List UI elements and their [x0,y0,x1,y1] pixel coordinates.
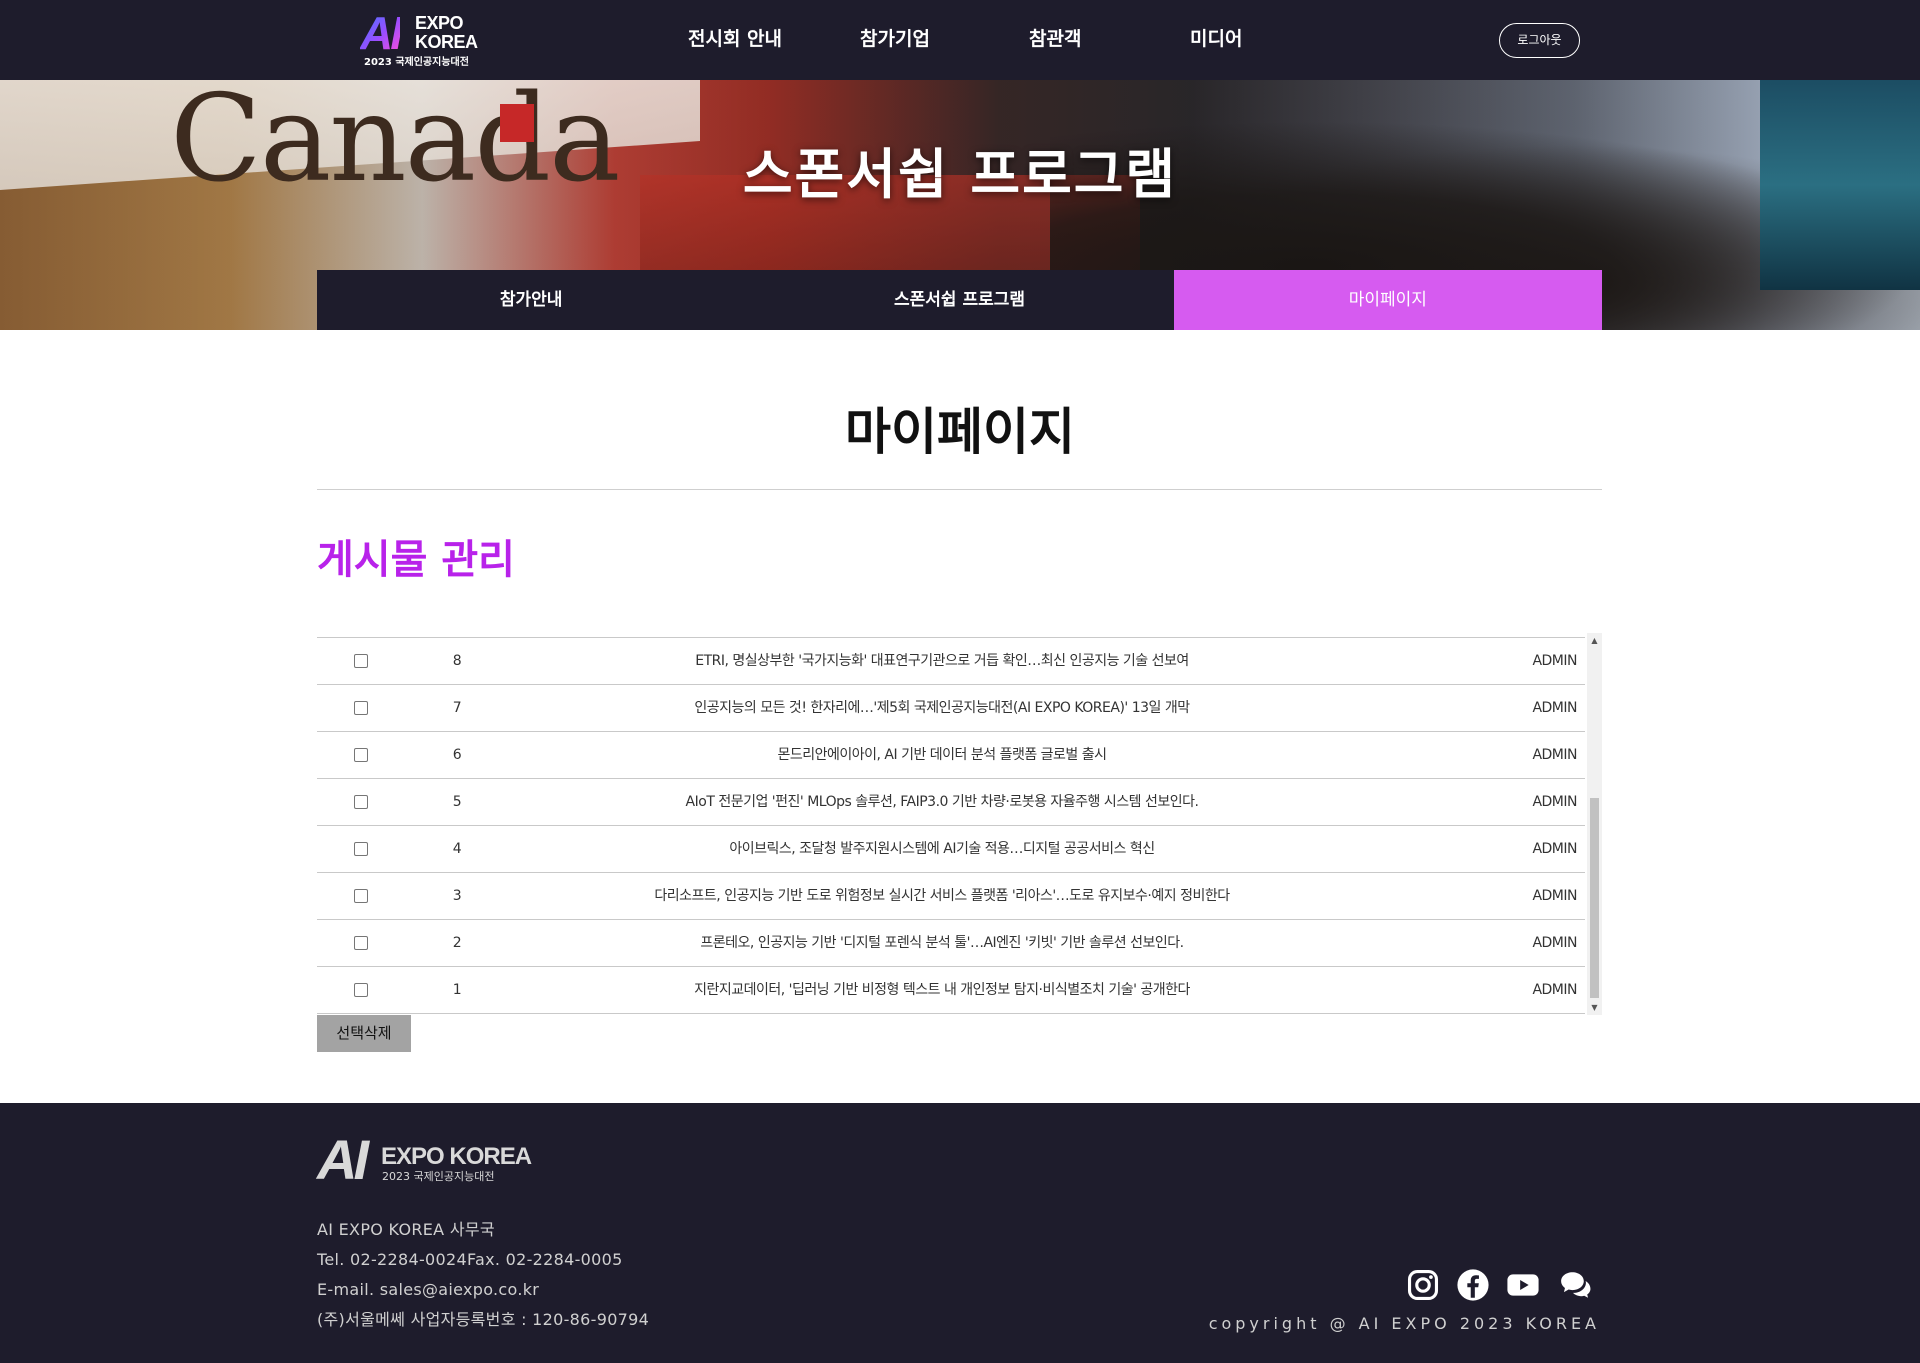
table-row: 6 몬드리안에이아이, AI 기반 데이터 분석 플랫폼 글로벌 출시 ADMI… [317,732,1585,779]
post-number: 3 [452,888,462,904]
footer-phone-fax: Tel. 02-2284-0024Fax. 02-2284-0005 [317,1250,623,1269]
posts-table: 8 ETRI, 명실상부한 '국가지능화' 대표연구기관으로 거듭 확인…최신 … [317,637,1585,1014]
logo-ai-text: AI [360,7,403,59]
post-subject-link[interactable]: 프론테오, 인공지능 기반 '디지털 포렌식 분석 툴'…AI엔진 '키빗' 기… [507,920,1377,967]
logo-subtitle: 2023 국제인공지능대전 [364,57,469,68]
chat-icon[interactable] [1559,1268,1593,1302]
site-logo[interactable]: AI EXPO KOREA 2023 국제인공지능대전 [360,7,478,70]
row-checkbox[interactable] [354,795,368,809]
post-subject-link[interactable]: 몬드리안에이아이, AI 기반 데이터 분석 플랫폼 글로벌 출시 [507,732,1377,779]
table-row: 4 아이브릭스, 조달청 발주지원시스템에 AI기술 적용…디지털 공공서비스 … [317,826,1585,873]
table-row: 2 프론테오, 인공지능 기반 '디지털 포렌식 분석 툴'…AI엔진 '키빗'… [317,920,1585,967]
scroll-down-arrow-icon[interactable]: ▼ [1587,1000,1602,1015]
page-title: 마이페이지 [845,403,1075,461]
scroll-up-arrow-icon[interactable]: ▲ [1587,633,1602,648]
row-checkbox[interactable] [354,983,368,997]
row-checkbox[interactable] [354,889,368,903]
site-header: AI EXPO KOREA 2023 국제인공지능대전 전시회 안내 참가기업 … [0,0,1920,80]
title-divider [317,489,1602,490]
post-number: 6 [452,747,462,763]
table-row: 3 다리소프트, 인공지능 기반 도로 위험정보 실시간 서비스 플랫폼 '리아… [317,873,1585,920]
logo-korea-text: KOREA [415,32,478,52]
post-author: ADMIN [1532,700,1577,716]
post-subject-link[interactable]: 아이브릭스, 조달청 발주지원시스템에 AI기술 적용…디지털 공공서비스 혁신 [507,826,1377,873]
post-author: ADMIN [1532,982,1577,998]
footer-logo: AI EXPO KOREA 2023 국제인공지능대전 [317,1128,532,1191]
footer-logo-subtitle: 2023 국제인공지능대전 [382,1170,495,1183]
footer-email: E-mail. sales@aiexpo.co.kr [317,1280,540,1299]
table-row: 7 인공지능의 모든 것! 한자리에…'제5회 국제인공지능대전(AI EXPO… [317,685,1585,732]
table-row: 1 지란지교데이터, '딥러닝 기반 비정형 텍스트 내 개인정보 탐지·비식별… [317,967,1585,1014]
nav-item-visitors[interactable]: 참관객 [1029,24,1081,54]
hero-title: 스폰서쉽 프로그램 [742,143,1178,206]
logo-expo-korea: EXPO KOREA [415,14,478,52]
table-row: 8 ETRI, 명실상부한 '국가지능화' 대표연구기관으로 거듭 확인…최신 … [317,638,1585,685]
footer-org-name: AI EXPO KOREA 사무국 [317,1220,495,1239]
footer-info: AI EXPO KOREA 사무국 Tel. 02-2284-0024Fax. … [317,1215,649,1335]
footer-logo-expo-korea: EXPO KOREA [381,1143,532,1170]
tab-mypage[interactable]: 마이페이지 [1173,270,1602,330]
footer-business-number: (주)서울메쎄 사업자등록번호 : 120-86-90794 [317,1310,650,1329]
post-author: ADMIN [1532,935,1577,951]
footer-copyright: copyright @ AI EXPO 2023 KOREA [1208,1314,1600,1333]
post-subject-link[interactable]: ETRI, 명실상부한 '국가지능화' 대표연구기관으로 거듭 확인…최신 인공… [507,638,1377,685]
post-number: 5 [452,794,462,810]
sub-tabs: 참가안내 스폰서쉽 프로그램 마이페이지 [317,270,1602,330]
tab-participation-guide[interactable]: 참가안내 [317,270,746,330]
row-checkbox[interactable] [354,654,368,668]
row-checkbox[interactable] [354,936,368,950]
nav-item-exhibitors[interactable]: 참가기업 [860,24,930,54]
logo-expo-text: EXPO [415,13,464,33]
delete-selected-button[interactable]: 선택삭제 [317,1015,411,1052]
post-subject-link[interactable]: AIoT 전문기업 '펀진' MLOps 솔루션, FAIP3.0 기반 차량·… [507,779,1377,826]
post-author: ADMIN [1532,747,1577,763]
posts-table-container: 8 ETRI, 명실상부한 '국가지능화' 대표연구기관으로 거듭 확인…최신 … [317,633,1602,1015]
post-subject-link[interactable]: 인공지능의 모든 것! 한자리에…'제5회 국제인공지능대전(AI EXPO K… [507,685,1377,732]
post-number: 2 [452,935,462,951]
post-author: ADMIN [1532,653,1577,669]
post-subject-link[interactable]: 다리소프트, 인공지능 기반 도로 위험정보 실시간 서비스 플랫폼 '리아스'… [507,873,1377,920]
post-author: ADMIN [1532,888,1577,904]
table-row: 5 AIoT 전문기업 '펀진' MLOps 솔루션, FAIP3.0 기반 차… [317,779,1585,826]
tab-sponsorship-program[interactable]: 스폰서쉽 프로그램 [745,270,1174,330]
post-author: ADMIN [1532,794,1577,810]
facebook-icon[interactable] [1456,1268,1490,1302]
post-number: 1 [452,982,462,998]
hero-photo-flag [500,104,534,142]
row-checkbox[interactable] [354,701,368,715]
row-checkbox[interactable] [354,748,368,762]
post-author: ADMIN [1532,841,1577,857]
site-footer: AI EXPO KOREA 2023 국제인공지능대전 AI EXPO KORE… [0,1103,1920,1363]
nav-item-exhibition-info[interactable]: 전시회 안내 [688,24,782,54]
instagram-icon[interactable] [1406,1268,1440,1302]
logout-button[interactable]: 로그아웃 [1499,23,1580,58]
nav-item-media[interactable]: 미디어 [1190,24,1242,54]
post-subject-link[interactable]: 지란지교데이터, '딥러닝 기반 비정형 텍스트 내 개인정보 탐지·비식별조치… [507,967,1377,1014]
row-checkbox[interactable] [354,842,368,856]
footer-logo-ai-text: AI [317,1128,369,1191]
post-number: 7 [452,700,462,716]
post-number: 4 [452,841,462,857]
youtube-icon[interactable] [1506,1268,1540,1302]
scrollbar-thumb[interactable] [1590,798,1599,998]
post-number: 8 [452,653,462,669]
table-scrollbar[interactable]: ▲ ▼ [1587,633,1602,1015]
section-title: 게시물 관리 [317,537,515,583]
